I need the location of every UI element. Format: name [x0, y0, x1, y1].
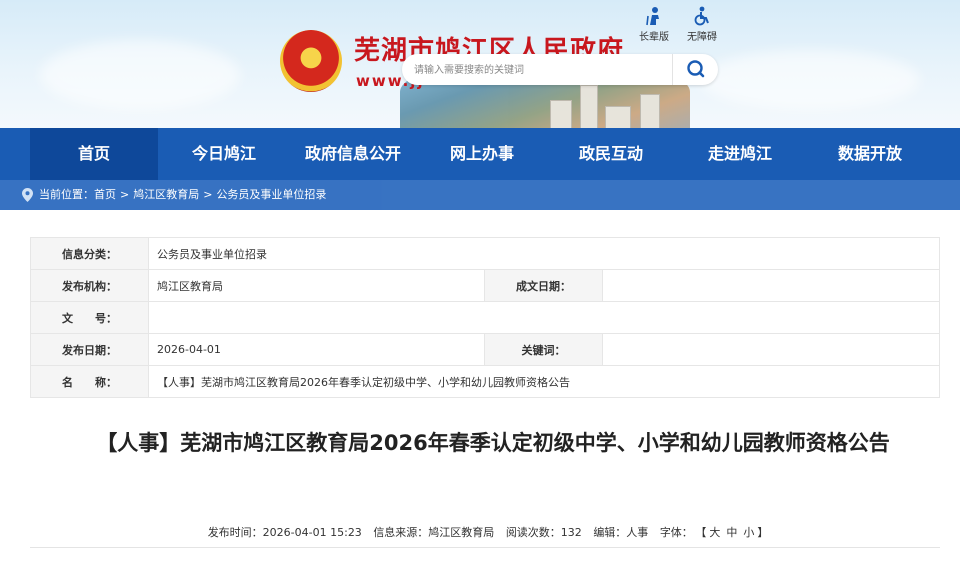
doc-name-label: 名 称： — [30, 365, 149, 398]
nav-item-gov-info[interactable]: 政府信息公开 — [289, 128, 417, 180]
elder-mode-button[interactable]: 长辈版 — [634, 6, 674, 43]
search-button[interactable] — [672, 54, 718, 85]
publisher-value: 鸠江区教育局 — [148, 269, 485, 302]
article-title: 【人事】芜湖市鸠江区教育局2026年春季认定初级中学、小学和幼儿园教师资格公告 — [96, 431, 890, 455]
font-size-bracket-close: 】 — [757, 526, 769, 539]
written-date-label: 成文日期： — [484, 269, 603, 302]
article-info-bar: 发布时间：2026-04-01 15:23 信息来源：鸠江区教育局 阅读次数：1… — [18, 524, 958, 540]
accessibility-button[interactable]: 无障碍 — [682, 6, 722, 43]
nav-item-today-jiujiang[interactable]: 今日鸠江 — [160, 128, 288, 180]
breadcrumb-separator: > — [203, 188, 213, 201]
nav-item-interaction[interactable]: 政民互动 — [547, 128, 675, 180]
publish-date-value: 2026-04-01 — [148, 333, 485, 366]
site-header: 芜湖市鸠江区人民政府 www.jj 长辈版 无障碍 — [0, 0, 960, 128]
elder-mode-label: 长辈版 — [639, 32, 669, 43]
editor: 编辑：人事 — [593, 526, 649, 539]
doc-number-label: 文 号： — [30, 301, 149, 334]
article-container: 信息分类： 公务员及事业单位招录 发布机构： 鸠江区教育局 成文日期： 文 号：… — [18, 222, 960, 561]
accessibility-label: 无障碍 — [687, 32, 717, 43]
breadcrumb-bar: 当前位置： 首页 > 鸠江区教育局 > 公务员及事业单位招录 — [0, 180, 960, 210]
cloud-decoration — [40, 40, 240, 110]
font-size-medium-button[interactable]: 中 — [726, 526, 737, 539]
category-value: 公务员及事业单位招录 — [148, 237, 940, 270]
keywords-value — [602, 333, 940, 366]
font-size-small-button[interactable]: 小 — [743, 526, 754, 539]
written-date-value — [602, 269, 940, 302]
nav-item-home[interactable]: 首页 — [30, 128, 158, 180]
search-icon — [687, 60, 705, 78]
category-label: 信息分类： — [30, 237, 149, 270]
breadcrumb-separator: > — [120, 188, 130, 201]
read-count: 阅读次数：132 — [505, 526, 582, 539]
main-nav: 首页 今日鸠江 政府信息公开 网上办事 政民互动 走进鸠江 数据开放 — [0, 128, 960, 180]
publish-time: 发布时间：2026-04-01 15:23 — [207, 526, 362, 539]
doc-name-value: 【人事】芜湖市鸠江区教育局2026年春季认定初级中学、小学和幼儿园教师资格公告 — [148, 365, 940, 398]
nav-item-online-service[interactable]: 网上办事 — [418, 128, 546, 180]
publish-date-label: 发布日期： — [30, 333, 149, 366]
font-size-bracket-open: 【 — [700, 526, 707, 539]
breadcrumb: 当前位置： 首页 > 鸠江区教育局 > 公务员及事业单位招录 — [22, 180, 326, 210]
breadcrumb-recruitment[interactable]: 公务员及事业单位招录 — [216, 180, 326, 210]
info-source: 信息来源：鸠江区教育局 — [373, 526, 495, 539]
info-meta-table: 信息分类： 公务员及事业单位招录 发布机构： 鸠江区教育局 成文日期： 文 号：… — [30, 237, 940, 398]
doc-number-value — [148, 301, 940, 334]
elder-icon — [646, 7, 659, 26]
breadcrumb-home[interactable]: 首页 — [94, 180, 116, 210]
location-pin-icon — [22, 188, 33, 202]
font-size-large-button[interactable]: 大 — [709, 526, 720, 539]
search-input[interactable] — [414, 60, 674, 80]
search-box — [402, 54, 718, 85]
breadcrumb-education-bureau[interactable]: 鸠江区教育局 — [133, 180, 199, 210]
divider — [30, 547, 940, 548]
font-size-label: 字体： — [659, 526, 693, 539]
accessibility-icon — [694, 6, 709, 26]
keywords-label: 关键词： — [484, 333, 603, 366]
cloud-decoration — [700, 50, 920, 110]
nav-item-open-data[interactable]: 数据开放 — [806, 128, 934, 180]
breadcrumb-prefix: 当前位置： — [39, 188, 94, 201]
nav-item-about-jiujiang[interactable]: 走进鸠江 — [676, 128, 804, 180]
national-emblem-logo — [280, 30, 342, 92]
publisher-label: 发布机构： — [30, 269, 149, 302]
